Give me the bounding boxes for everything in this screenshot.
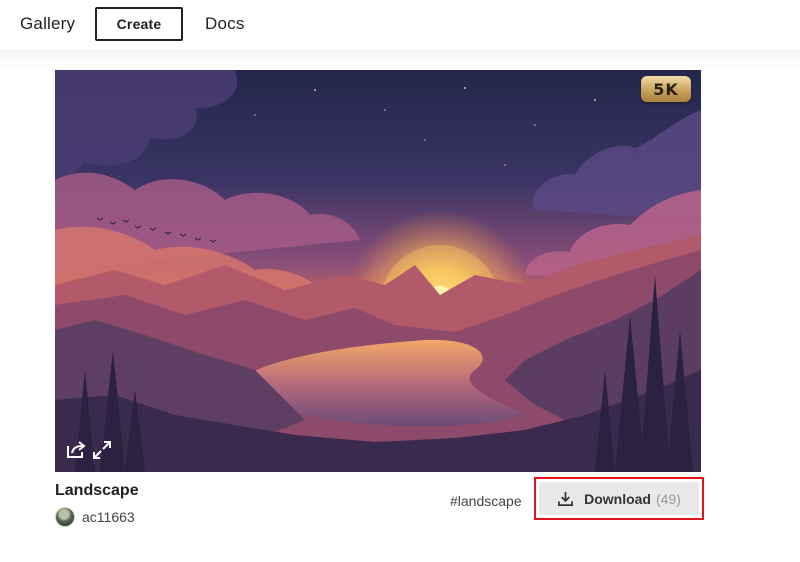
author-name[interactable]: ac11663 [82, 509, 135, 525]
share-icon[interactable] [65, 438, 87, 460]
download-icon [558, 491, 574, 506]
top-nav: Gallery Create Docs [0, 0, 800, 50]
nav-gallery-link[interactable]: Gallery [20, 14, 75, 34]
nav-docs-link[interactable]: Docs [205, 14, 245, 34]
resolution-badge: 5K [641, 76, 691, 102]
image-title: Landscape [55, 482, 139, 499]
landscape-image[interactable]: 5K [55, 70, 701, 472]
nav-create-button[interactable]: Create [95, 7, 183, 41]
landscape-illustration [55, 70, 701, 472]
avatar[interactable] [55, 507, 75, 527]
author-info[interactable]: ac11663 [55, 507, 135, 527]
tag-link[interactable]: #landscape [450, 493, 522, 509]
download-count: (49) [655, 490, 681, 507]
download-button[interactable]: Download (49) [539, 482, 699, 515]
download-label: Download [584, 490, 651, 507]
expand-icon[interactable] [91, 439, 113, 461]
